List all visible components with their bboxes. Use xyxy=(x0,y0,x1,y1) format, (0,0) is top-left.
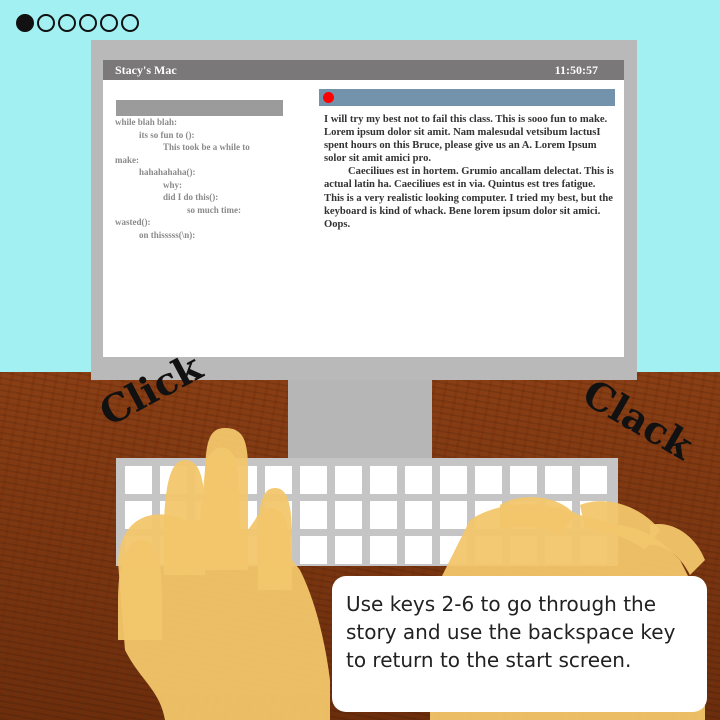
code-line: on thisssss(\n): xyxy=(139,229,196,240)
code-line: its so fun to (): xyxy=(139,129,195,140)
keyboard-key xyxy=(125,501,152,529)
keyboard-key xyxy=(405,501,432,529)
document-toolbar xyxy=(319,89,615,106)
keyboard-key xyxy=(370,536,397,564)
keyboard-key xyxy=(265,501,292,529)
monitor-screen: Stacy's Mac 11:50:57 while blah blah: its… xyxy=(103,60,624,357)
keyboard-key xyxy=(475,466,502,494)
window-titlebar: Stacy's Mac 11:50:57 xyxy=(103,60,624,80)
progress-dot xyxy=(79,14,97,32)
keyboard-key xyxy=(580,501,607,529)
keyboard-key xyxy=(510,536,537,564)
keyboard-key xyxy=(510,501,537,529)
keyboard-key xyxy=(440,466,467,494)
keyboard-key xyxy=(440,501,467,529)
keyboard-key xyxy=(370,501,397,529)
keyboard-key xyxy=(405,466,432,494)
progress-indicator xyxy=(16,14,139,32)
progress-dot xyxy=(100,14,118,32)
keyboard-key xyxy=(125,466,152,494)
keyboard-key xyxy=(230,501,257,529)
keyboard-key xyxy=(405,536,432,564)
progress-dot xyxy=(121,14,139,32)
keyboard-key xyxy=(475,501,502,529)
keyboard-key xyxy=(195,501,222,529)
code-panel-header xyxy=(116,100,283,116)
clock: 11:50:57 xyxy=(554,63,598,77)
window-title: Stacy's Mac xyxy=(115,63,177,77)
keyboard-key xyxy=(195,536,222,564)
keyboard-key xyxy=(580,536,607,564)
keyboard-key xyxy=(265,536,292,564)
keyboard-key xyxy=(230,536,257,564)
progress-dot xyxy=(58,14,76,32)
keyboard-key xyxy=(300,536,327,564)
keyboard-key xyxy=(335,501,362,529)
keyboard-key xyxy=(335,536,362,564)
code-line: hahahahaha(): xyxy=(139,167,196,177)
keyboard-key xyxy=(440,536,467,564)
keyboard-key xyxy=(510,466,537,494)
keyboard xyxy=(116,458,618,566)
keyboard-key xyxy=(580,466,607,494)
keyboard-key xyxy=(545,536,572,564)
progress-dot xyxy=(16,14,34,32)
keyboard-key xyxy=(195,466,222,494)
document-paragraph: Caeciliues est in hortem. Grumio ancalla… xyxy=(324,166,614,230)
monitor-stand xyxy=(288,380,432,458)
code-line: wasted(): xyxy=(115,217,151,227)
keyboard-key xyxy=(230,466,257,494)
code-line: make: xyxy=(115,154,139,165)
keyboard-key xyxy=(545,501,572,529)
keyboard-key xyxy=(160,466,187,494)
keyboard-key xyxy=(160,536,187,564)
keyboard-key xyxy=(125,536,152,564)
keyboard-key xyxy=(300,466,327,494)
instructions-box: Use keys 2-6 to go through the story and… xyxy=(332,576,707,712)
keyboard-key xyxy=(370,466,397,494)
keyboard-key xyxy=(160,501,187,529)
code-line: This took be a while to xyxy=(163,142,250,152)
document-paragraph: I will try my best not to fail this clas… xyxy=(324,114,608,165)
code-line: so much time: xyxy=(187,204,241,215)
document-text: I will try my best not to fail this clas… xyxy=(324,113,614,231)
record-dot-icon xyxy=(323,92,334,103)
code-line: did I do this(): xyxy=(163,192,219,202)
code-panel: while blah blah: its so fun to (): This to… xyxy=(115,116,295,241)
keyboard-key xyxy=(265,466,292,494)
keyboard-key xyxy=(545,466,572,494)
progress-dot xyxy=(37,14,55,32)
code-line: why: xyxy=(163,179,183,190)
keyboard-key xyxy=(335,466,362,494)
keyboard-key xyxy=(300,501,327,529)
keyboard-key xyxy=(475,536,502,564)
code-line: while blah blah: xyxy=(115,117,178,127)
